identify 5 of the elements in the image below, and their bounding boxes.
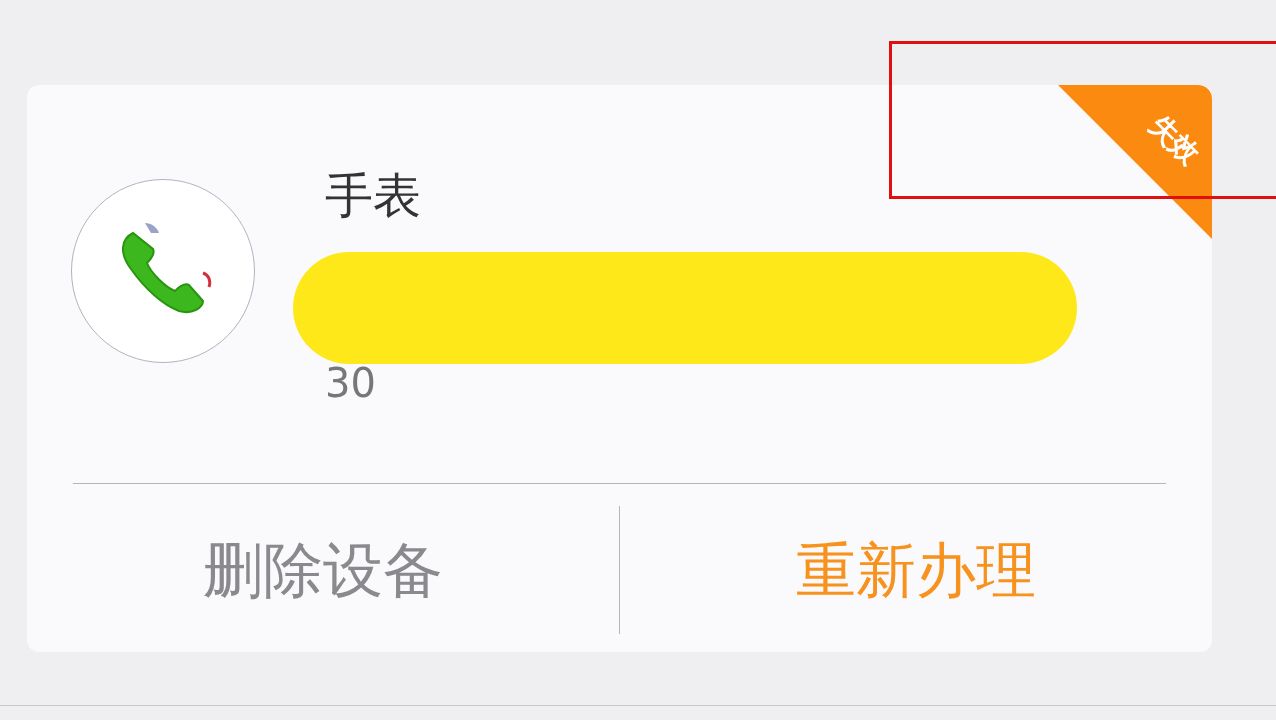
card-action[interactable]: 删除设备 <box>187 534 459 606</box>
card-action[interactable]: 重新办理 <box>780 534 1052 606</box>
status-ribbon: 失效 <box>1058 85 1212 239</box>
device-title: 手表 <box>325 166 421 225</box>
device-detail: 30 <box>325 361 377 405</box>
